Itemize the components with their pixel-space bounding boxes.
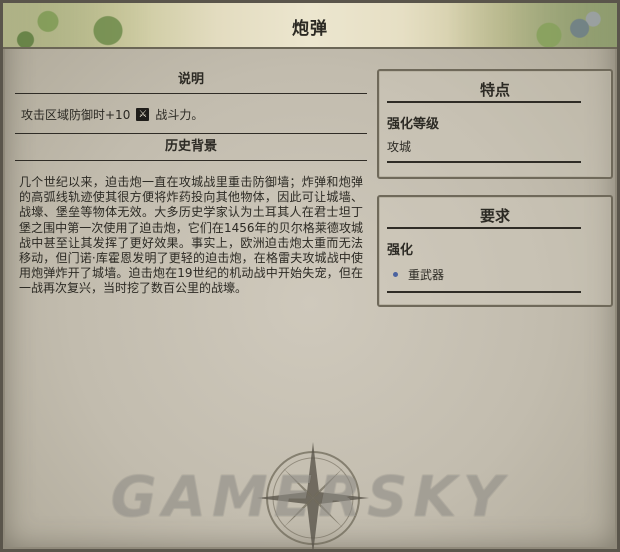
traits-value: 攻城 — [387, 140, 412, 154]
description-text-after: 战斗力。 — [155, 108, 204, 122]
traits-header: 特点 — [479, 81, 510, 99]
requirements-header: 要求 — [479, 207, 510, 225]
description-header: 说明 — [177, 72, 204, 87]
watermark: GAMERSKY — [110, 465, 510, 530]
divider — [15, 160, 367, 161]
description-text: 攻击区域防御时+10 ⚔ 战斗力。 — [15, 96, 367, 131]
title-bar: 炮弹 — [3, 3, 617, 49]
strength-icon: ⚔ — [136, 108, 150, 121]
divider — [387, 161, 581, 163]
traits-label: 强化等级 — [387, 117, 440, 132]
divider — [15, 93, 367, 94]
traits-panel: 特点 强化等级 攻城 — [377, 69, 613, 179]
history-header: 历史背景 — [164, 139, 217, 154]
bullet-icon — [393, 272, 398, 277]
requirements-label: 强化 — [387, 243, 414, 258]
divider — [387, 291, 581, 293]
description-text-before: 攻击区域防御时+10 — [21, 108, 131, 122]
left-column: 说明 攻击区域防御时+10 ⚔ 战斗力。 历史背景 几个世纪以来，迫击炮一直在攻… — [15, 69, 367, 297]
requirement-item: 重武器 — [408, 268, 445, 282]
window-title: 炮弹 — [292, 19, 328, 39]
history-text: 几个世纪以来，迫击炮一直在攻城战里重击防御墙；炸弹和炮弹的高弧线轨迹使其很方便将… — [19, 175, 363, 296]
requirements-panel: 要求 强化 重武器 — [377, 195, 613, 307]
promotion-window: 炮弹 说明 攻击区域防御时+10 ⚔ 战斗力。 历史背景 几个世纪以来，迫击炮一… — [0, 0, 620, 552]
divider — [15, 133, 367, 134]
list-item: 重武器 — [379, 258, 611, 291]
